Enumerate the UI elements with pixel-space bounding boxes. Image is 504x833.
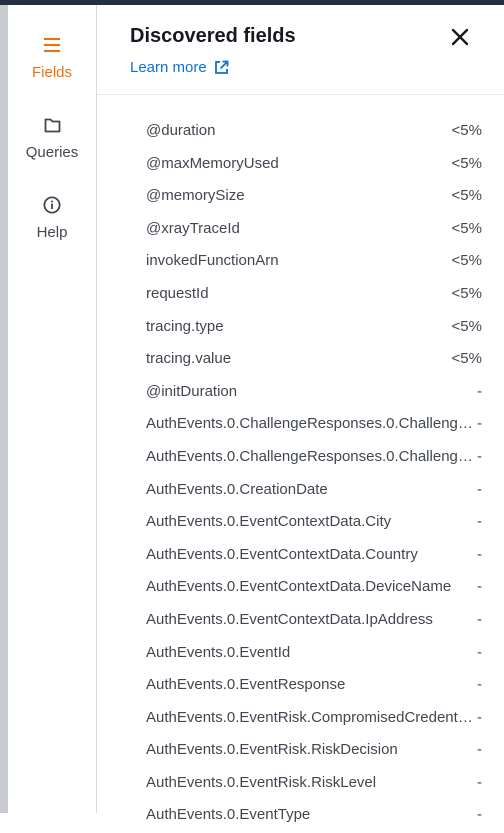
field-name[interactable]: AuthEvents.0.EventContextData.IpAddress [146, 611, 474, 628]
field-row[interactable]: @memorySize <5% [97, 181, 504, 214]
field-name[interactable]: @initDuration [146, 383, 474, 400]
field-row[interactable]: AuthEvents.0.CreationDate - [97, 475, 504, 508]
field-percentage: - [477, 447, 482, 465]
field-row[interactable]: @xrayTraceId <5% [97, 214, 504, 247]
field-name[interactable]: AuthEvents.0.EventRisk.RiskLevel [146, 774, 474, 791]
field-name[interactable]: invokedFunctionArn [146, 252, 474, 269]
panel-title: Discovered fields [130, 25, 296, 47]
field-row[interactable]: AuthEvents.0.EventRisk.RiskDecision - [97, 735, 504, 768]
field-name[interactable]: AuthEvents.0.EventContextData.City [146, 513, 474, 530]
field-name[interactable]: AuthEvents.0.ChallengeResponses.0.Challe… [146, 448, 474, 465]
field-percentage: <5% [451, 350, 482, 368]
field-row[interactable]: requestId <5% [97, 279, 504, 312]
field-name[interactable]: tracing.type [146, 318, 474, 335]
field-name[interactable]: AuthEvents.0.ChallengeResponses.0.Challe… [146, 415, 474, 432]
menu-icon [42, 35, 62, 55]
rail-item-label: Fields [31, 64, 72, 81]
field-percentage: <5% [451, 154, 482, 172]
field-row[interactable]: @duration <5% [97, 116, 504, 149]
field-row[interactable]: AuthEvents.0.EventContextData.IpAddress - [97, 605, 504, 638]
field-row[interactable]: invokedFunctionArn <5% [97, 246, 504, 279]
field-percentage: <5% [451, 284, 482, 302]
field-name[interactable]: @duration [146, 122, 474, 139]
field-percentage: <5% [451, 122, 482, 139]
field-name[interactable]: AuthEvents.0.EventType [146, 806, 474, 823]
external-link-icon [214, 60, 229, 75]
rail-item-label: Help [36, 224, 68, 241]
close-icon [451, 28, 469, 46]
field-row[interactable]: AuthEvents.0.EventContextData.DeviceName… [97, 572, 504, 605]
learn-more-link[interactable]: Learn more [130, 59, 229, 76]
info-icon [42, 195, 62, 215]
field-name[interactable]: @maxMemoryUsed [146, 155, 474, 172]
scroll-gutter [0, 5, 8, 813]
field-row[interactable]: @maxMemoryUsed <5% [97, 149, 504, 182]
field-percentage: <5% [451, 252, 482, 270]
field-name[interactable]: @memorySize [146, 187, 474, 204]
side-rail: Fields Queries Help [8, 5, 97, 813]
field-percentage: - [477, 545, 482, 563]
field-row[interactable]: AuthEvents.0.ChallengeResponses.0.Challe… [97, 442, 504, 475]
field-row[interactable]: AuthEvents.0.EventContextData.City - [97, 507, 504, 540]
field-percentage: - [477, 415, 482, 433]
field-name[interactable]: AuthEvents.0.EventRisk.RiskDecision [146, 741, 474, 758]
field-percentage: - [477, 578, 482, 596]
field-row[interactable]: AuthEvents.0.ChallengeResponses.0.Challe… [97, 409, 504, 442]
field-percentage: - [477, 643, 482, 661]
field-percentage: - [477, 676, 482, 694]
rail-item-label: Queries [25, 144, 79, 161]
folder-icon [42, 115, 62, 135]
field-name[interactable]: @xrayTraceId [146, 220, 474, 237]
field-percentage: - [477, 513, 482, 531]
field-name[interactable]: AuthEvents.0.CreationDate [146, 481, 474, 498]
field-name[interactable]: AuthEvents.0.EventId [146, 644, 474, 661]
panel-header: Discovered fields Learn more [97, 5, 504, 95]
field-percentage: - [477, 806, 482, 824]
field-percentage: - [477, 708, 482, 726]
field-row[interactable]: tracing.type <5% [97, 312, 504, 345]
field-row[interactable]: AuthEvents.0.EventRisk.RiskLevel - [97, 768, 504, 801]
learn-more-label: Learn more [130, 59, 207, 76]
close-button[interactable] [449, 26, 471, 48]
field-row[interactable]: AuthEvents.0.EventContextData.Country - [97, 540, 504, 573]
field-percentage: - [477, 741, 482, 759]
field-row[interactable]: AuthEvents.0.EventRisk.CompromisedCreden… [97, 703, 504, 736]
field-percentage: - [477, 382, 482, 400]
field-percentage: - [477, 773, 482, 791]
field-row[interactable]: @initDuration - [97, 377, 504, 410]
field-percentage: <5% [451, 317, 482, 335]
field-name[interactable]: tracing.value [146, 350, 474, 367]
field-percentage: - [477, 480, 482, 498]
field-name[interactable]: requestId [146, 285, 474, 302]
rail-item-help[interactable]: Help [8, 195, 96, 241]
field-row[interactable]: AuthEvents.0.EventType - [97, 800, 504, 833]
rail-item-fields[interactable]: Fields [8, 35, 96, 81]
field-list: @duration <5% @maxMemoryUsed <5% @memorySize… [97, 116, 504, 833]
field-percentage: <5% [451, 187, 482, 205]
field-row[interactable]: tracing.value <5% [97, 344, 504, 377]
rail-item-queries[interactable]: Queries [8, 115, 96, 161]
field-name[interactable]: AuthEvents.0.EventContextData.Country [146, 546, 474, 563]
field-name[interactable]: AuthEvents.0.EventRisk.CompromisedCreden… [146, 709, 474, 726]
field-row[interactable]: AuthEvents.0.EventResponse - [97, 670, 504, 703]
field-percentage: - [477, 610, 482, 628]
field-name[interactable]: AuthEvents.0.EventContextData.DeviceName [146, 578, 474, 595]
field-row[interactable]: AuthEvents.0.EventId - [97, 638, 504, 671]
field-name[interactable]: AuthEvents.0.EventResponse [146, 676, 474, 693]
discovered-fields-panel: Discovered fields Learn more @duration <5… [97, 5, 504, 823]
field-percentage: <5% [451, 219, 482, 237]
